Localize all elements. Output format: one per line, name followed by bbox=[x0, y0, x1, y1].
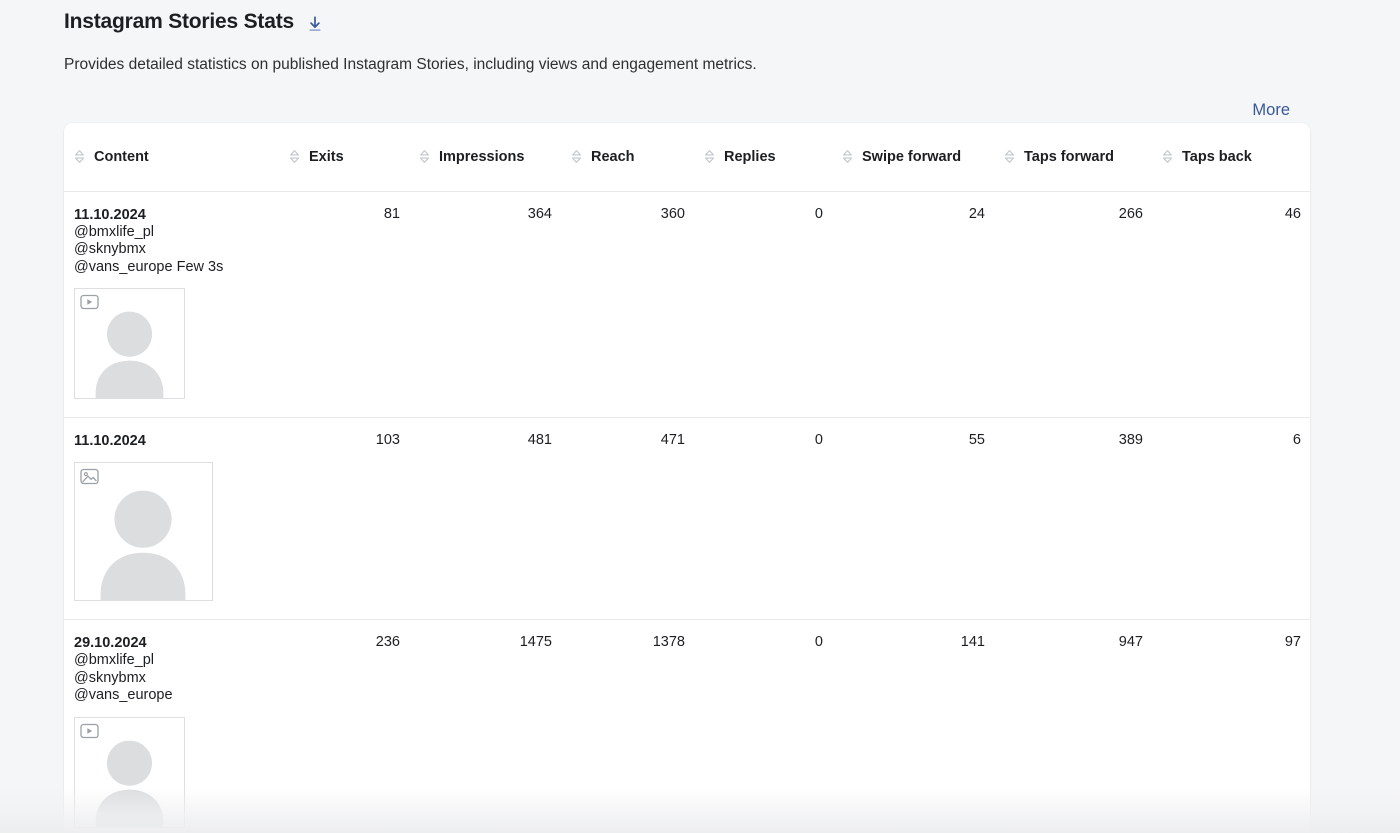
cell-exits: 103 bbox=[279, 417, 409, 621]
story-thumbnail[interactable] bbox=[74, 462, 213, 602]
cell-taps-back: 6 bbox=[1152, 417, 1310, 621]
page-root: Instagram Stories Stats Provides detaile… bbox=[0, 0, 1400, 833]
cell-taps-forward: 266 bbox=[994, 191, 1152, 419]
table-header-row: Content Exits Impressions Reach Replies … bbox=[64, 123, 1310, 192]
page-header: Instagram Stories Stats Provides detaile… bbox=[0, 0, 1400, 75]
sort-chevrons-icon[interactable] bbox=[419, 149, 430, 164]
column-header-content[interactable]: Content bbox=[64, 123, 279, 192]
table-head: Content Exits Impressions Reach Replies … bbox=[64, 123, 1310, 192]
cell-taps-back: 97 bbox=[1284, 634, 1301, 651]
video-badge-icon bbox=[80, 294, 99, 310]
video-badge-icon bbox=[80, 723, 99, 739]
story-thumbnail[interactable] bbox=[74, 717, 185, 829]
cell-reach: 1378 bbox=[652, 634, 685, 651]
column-header-label: Reach bbox=[591, 148, 635, 165]
story-caption: @bmxlife_pl @sknybmx @vans_europe Few 3s bbox=[74, 223, 224, 275]
column-header-replies[interactable]: Replies bbox=[694, 123, 832, 192]
content-cell: 29.10.2024 @bmxlife_pl @sknybmx @vans_eu… bbox=[64, 620, 279, 833]
story-date: 11.10.2024 bbox=[74, 433, 146, 450]
table-row: 29.10.2024 @bmxlife_pl @sknybmx @vans_eu… bbox=[64, 620, 1310, 833]
story-date: 11.10.2024 bbox=[74, 206, 146, 223]
column-header-label: Content bbox=[94, 148, 149, 165]
sort-chevrons-icon[interactable] bbox=[74, 149, 85, 164]
column-header-taps-forward[interactable]: Taps forward bbox=[994, 123, 1152, 192]
column-header-reach[interactable]: Reach bbox=[561, 123, 694, 192]
table-row: 11.10.2024 @bmxlife_pl @sknybmx @vans_eu… bbox=[64, 191, 1310, 419]
column-header-exits[interactable]: Exits bbox=[279, 123, 409, 192]
content-cell: 11.10.2024 bbox=[64, 417, 279, 621]
sort-chevrons-icon[interactable] bbox=[842, 149, 853, 164]
cell-impressions: 481 bbox=[409, 417, 561, 621]
cell-taps-forward: 389 bbox=[994, 417, 1152, 621]
more-row: More bbox=[0, 98, 1400, 122]
download-arrow-icon[interactable] bbox=[304, 13, 326, 35]
column-header-label: Replies bbox=[724, 148, 776, 165]
sort-chevrons-icon[interactable] bbox=[1162, 149, 1173, 164]
sort-chevrons-icon[interactable] bbox=[1004, 149, 1015, 164]
sort-chevrons-icon[interactable] bbox=[571, 149, 582, 164]
column-header-label: Taps back bbox=[1182, 148, 1252, 165]
content-cell: 11.10.2024 @bmxlife_pl @sknybmx @vans_eu… bbox=[64, 191, 279, 419]
page-subtitle: Provides detailed statistics on publishe… bbox=[64, 56, 757, 73]
cell-reach: 360 bbox=[561, 191, 694, 419]
cell-taps-back: 46 bbox=[1152, 191, 1310, 419]
cell-replies: 0 bbox=[814, 634, 823, 651]
table-body: 11.10.2024 @bmxlife_pl @sknybmx @vans_eu… bbox=[64, 191, 1310, 833]
sort-chevrons-icon[interactable] bbox=[704, 149, 715, 164]
column-header-taps-back[interactable]: Taps back bbox=[1152, 123, 1310, 192]
cell-swipe-forward: 24 bbox=[832, 191, 994, 419]
cell-replies: 0 bbox=[694, 417, 832, 621]
column-header-label: Exits bbox=[309, 148, 344, 165]
column-header-label: Taps forward bbox=[1024, 148, 1114, 165]
cell-exits: 81 bbox=[279, 191, 409, 419]
image-badge-icon bbox=[80, 468, 99, 485]
cell-swipe-forward: 55 bbox=[832, 417, 994, 621]
cell-swipe-forward: 141 bbox=[960, 634, 985, 651]
page-title: Instagram Stories Stats bbox=[64, 10, 294, 33]
stats-table: Content Exits Impressions Reach Replies … bbox=[64, 123, 1310, 833]
stats-card: Content Exits Impressions Reach Replies … bbox=[64, 123, 1310, 833]
cell-exits: 236 bbox=[375, 634, 400, 651]
cell-taps-forward: 947 bbox=[1118, 634, 1143, 651]
title-row: Instagram Stories Stats bbox=[64, 0, 1336, 44]
more-link[interactable]: More bbox=[1252, 98, 1290, 122]
cell-impressions: 1475 bbox=[519, 634, 552, 651]
table-row: 11.10.2024 103 481 471 0 55 389 6 bbox=[64, 417, 1310, 621]
column-header-label: Swipe forward bbox=[862, 148, 962, 165]
column-header-swipe-forward[interactable]: Swipe forward bbox=[832, 123, 994, 192]
cell-impressions: 364 bbox=[409, 191, 561, 419]
column-header-impressions[interactable]: Impressions bbox=[409, 123, 561, 192]
cell-replies: 0 bbox=[694, 191, 832, 419]
column-header-label: Impressions bbox=[439, 148, 525, 165]
cell-reach: 471 bbox=[561, 417, 694, 621]
story-thumbnail[interactable] bbox=[74, 288, 185, 400]
story-caption: @bmxlife_pl @sknybmx @vans_europe bbox=[74, 652, 173, 704]
sort-chevrons-icon[interactable] bbox=[289, 149, 300, 164]
story-date: 29.10.2024 bbox=[74, 635, 147, 652]
